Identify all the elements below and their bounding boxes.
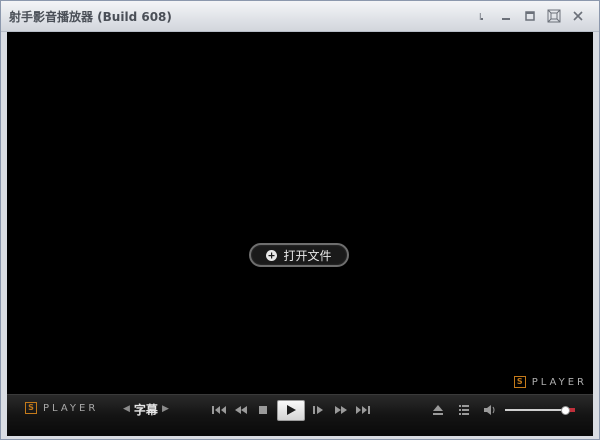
logo-mark-icon: S (513, 376, 526, 388)
logo-mark-icon: S (25, 402, 37, 414)
volume-slider[interactable] (505, 406, 575, 415)
title-bar[interactable]: 射手影音播放器 (Build 608) ⅼ (1, 1, 599, 32)
volume-knob[interactable] (561, 406, 570, 415)
fullscreen-icon[interactable] (545, 7, 563, 25)
play-icon (287, 405, 296, 415)
stop-icon[interactable] (255, 401, 271, 419)
window-controls: ⅼ (473, 7, 587, 25)
right-controls (430, 400, 498, 420)
skip-forward-icon[interactable] (355, 401, 371, 419)
close-icon[interactable] (569, 7, 587, 25)
control-bar-logo: S PLAYER (25, 402, 98, 414)
subtitle-prev-icon[interactable]: ◀ (123, 404, 130, 414)
fast-forward-icon[interactable] (333, 401, 349, 419)
eject-icon[interactable] (430, 401, 446, 419)
playlist-icon[interactable] (456, 401, 472, 419)
rewind-icon[interactable] (233, 401, 249, 419)
skip-back-icon[interactable] (211, 401, 227, 419)
step-forward-icon[interactable] (311, 401, 327, 419)
open-file-label: 打开文件 (283, 248, 332, 263)
plus-circle-icon (266, 249, 278, 261)
restore-icon[interactable] (521, 7, 539, 25)
volume-fill (505, 409, 565, 411)
subtitle-next-icon[interactable]: ▶ (162, 404, 169, 414)
open-file-button[interactable]: 打开文件 (249, 243, 349, 267)
play-button[interactable] (277, 399, 305, 421)
player-window: 射手影音播放器 (Build 608) ⅼ 打开文件 S PLAYER S PL… (0, 0, 600, 440)
transport-controls (211, 399, 371, 421)
subtitle-label[interactable]: 字幕 (134, 401, 158, 418)
control-logo-text: PLAYER (43, 402, 99, 414)
minimize-icon[interactable] (497, 7, 515, 25)
video-area[interactable]: 打开文件 S PLAYER (7, 32, 593, 394)
subtitle-selector: ◀ 字幕 ▶ (123, 401, 169, 417)
pin-icon[interactable]: ⅼ (473, 7, 491, 25)
control-bar: S PLAYER ◀ 字幕 ▶ (7, 394, 593, 436)
volume-icon[interactable] (482, 401, 498, 419)
video-logo-text: PLAYER (531, 376, 587, 388)
video-watermark-logo: S PLAYER (513, 376, 587, 388)
window-title: 射手影音播放器 (Build 608) (9, 10, 172, 24)
